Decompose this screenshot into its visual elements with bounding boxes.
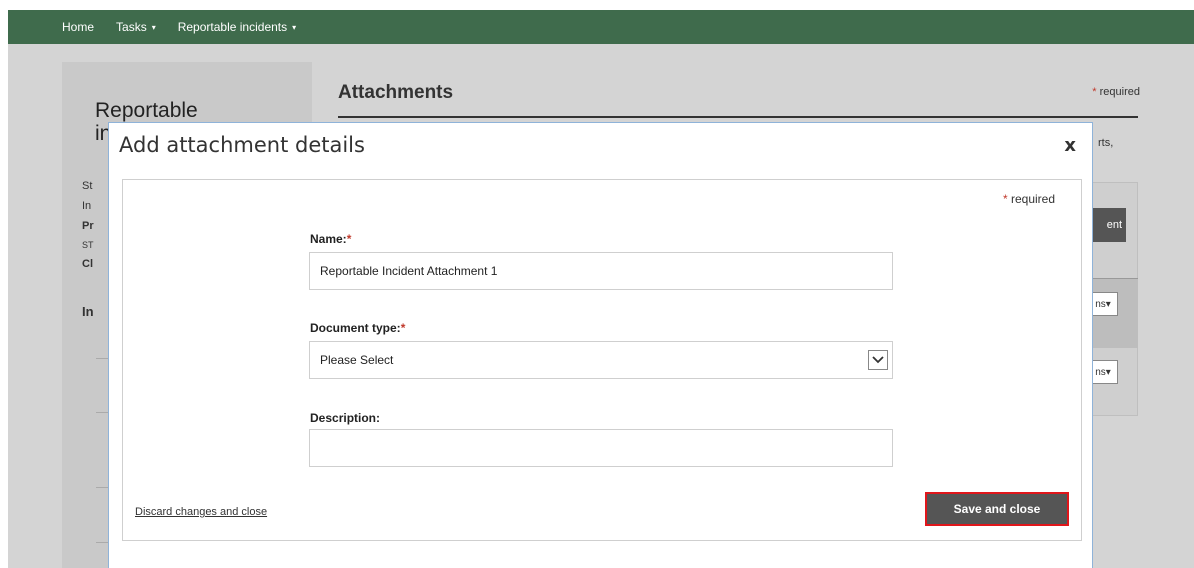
nav-home[interactable]: Home (62, 20, 94, 34)
nav-tasks-label: Tasks (116, 20, 147, 34)
panel-row: In (82, 200, 92, 212)
required-star: * (400, 321, 406, 335)
background-text-snippet: rts, (1098, 137, 1114, 149)
name-input-value: Reportable Incident Attachment 1 (320, 264, 498, 278)
nav-home-label: Home (62, 20, 95, 34)
panel-row: Pr (82, 220, 94, 232)
top-navigation: Home Tasks ▾ Reportable incidents ▾ (8, 10, 1194, 44)
required-note-label: required (1010, 192, 1055, 206)
document-type-label-text: Document type: (310, 321, 401, 335)
description-label: Description: (310, 411, 381, 425)
document-type-label: Document type:* (310, 321, 405, 335)
required-star: * (1002, 192, 1008, 206)
required-note: * required (1003, 192, 1055, 206)
nav-reportable-incidents[interactable]: Reportable incidents ▾ (178, 20, 296, 34)
dialog-form: * required Name:* Reportable Incident At… (122, 179, 1082, 541)
panel-section-title: In (82, 304, 94, 319)
attachments-heading: Attachments (338, 82, 454, 103)
description-input[interactable] (309, 429, 893, 467)
required-note-label: required (1099, 86, 1140, 98)
add-attachment-button[interactable]: ent (1088, 208, 1126, 242)
name-label-text: Name: (310, 232, 347, 246)
name-label: Name:* (310, 232, 351, 246)
required-note: * required (1092, 86, 1140, 98)
required-star: * (346, 232, 352, 246)
add-attachment-dialog: Add attachment details x * required Name… (108, 122, 1093, 568)
heading-rule (338, 116, 1138, 118)
panel-row: Cl (82, 258, 93, 270)
dialog-title: Add attachment details (119, 133, 365, 157)
discard-changes-link[interactable]: Discard changes and close (135, 506, 267, 518)
panel-title: Reportable (95, 99, 198, 122)
caret-down-icon: ▾ (292, 22, 297, 32)
document-type-select[interactable]: Please Select (309, 341, 893, 379)
chevron-down-icon (868, 350, 888, 370)
panel-row: St (82, 180, 93, 192)
caret-down-icon: ▾ (151, 22, 156, 32)
save-and-close-button[interactable]: Save and close (925, 492, 1069, 526)
panel-row: ST (82, 240, 94, 250)
required-star: * (1092, 86, 1097, 98)
close-icon[interactable]: x (1064, 135, 1076, 156)
name-input[interactable]: Reportable Incident Attachment 1 (309, 252, 893, 290)
nav-reportable-incidents-label: Reportable incidents (177, 20, 288, 34)
document-type-selected-value: Please Select (320, 353, 394, 367)
nav-tasks[interactable]: Tasks ▾ (116, 20, 156, 34)
